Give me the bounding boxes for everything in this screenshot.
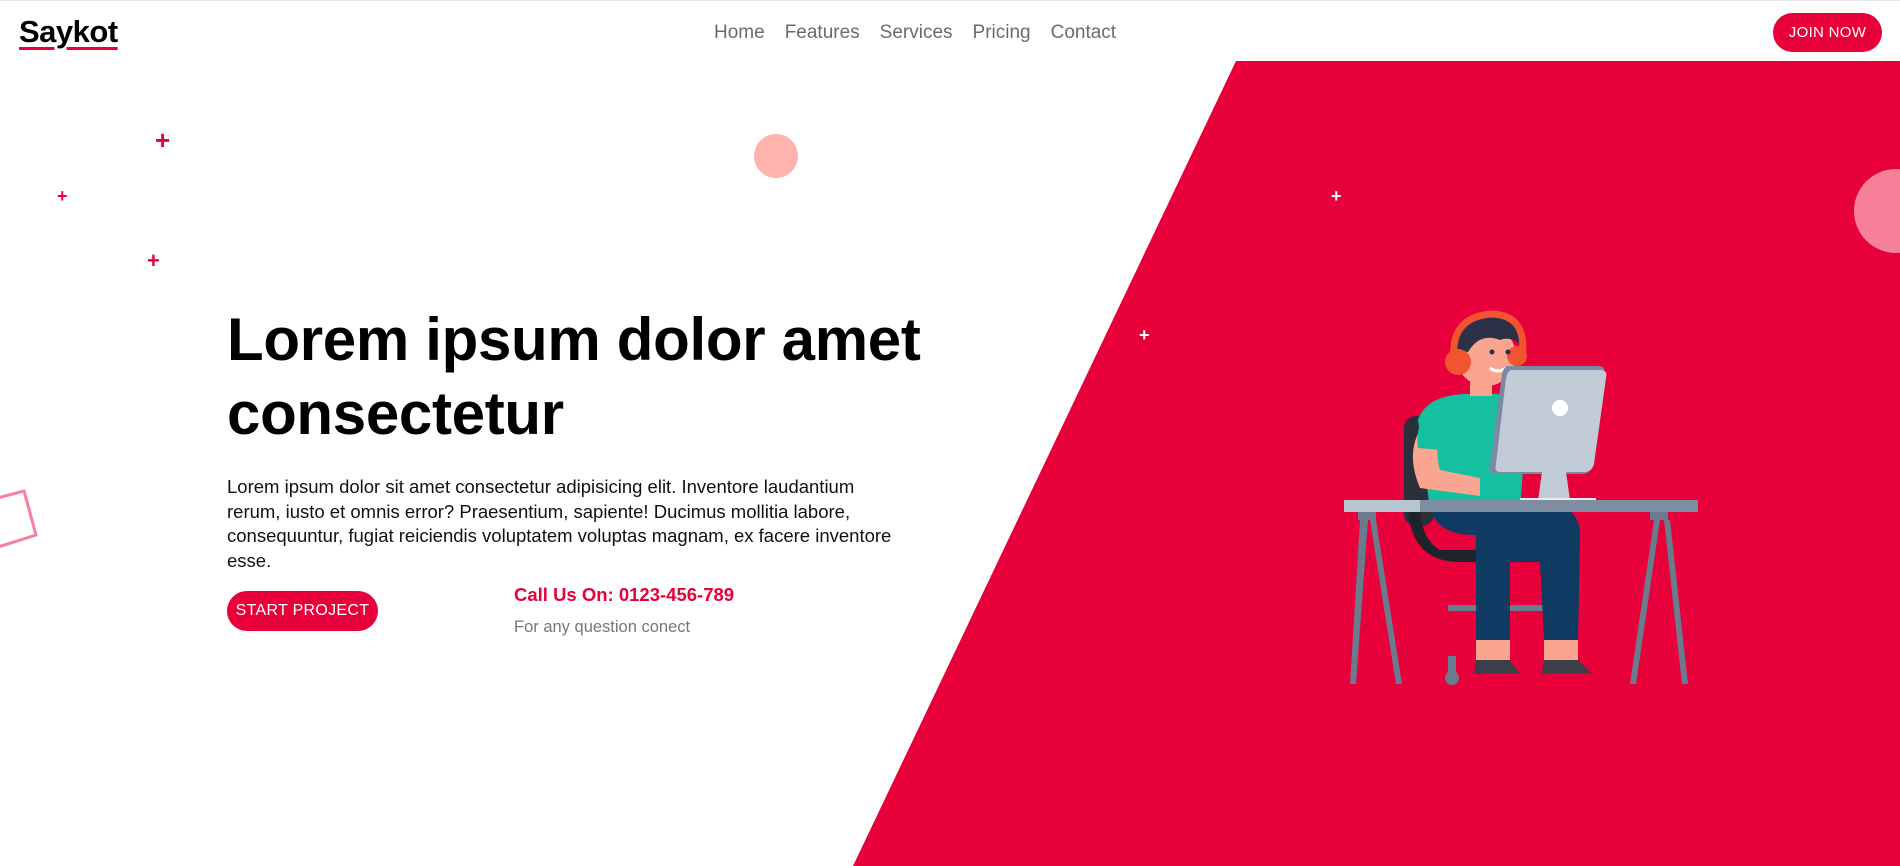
navbar: Saykot Home Features Services Pricing Co…: [0, 0, 1900, 62]
call-us-subtext: For any question conect: [514, 618, 691, 636]
square-outline-decoration: [0, 489, 38, 548]
plus-icon: +: [57, 186, 68, 206]
hero-description: Lorem ipsum dolor sit amet consectetur a…: [227, 476, 892, 571]
developer-illustration: [1344, 310, 1698, 685]
join-now-button[interactable]: JOIN NOW: [1773, 13, 1882, 52]
nav-link-contact[interactable]: Contact: [1051, 22, 1116, 44]
nav-link-features[interactable]: Features: [785, 22, 860, 44]
start-project-button[interactable]: START PROJECT: [227, 591, 378, 631]
circle-decoration: [754, 134, 798, 178]
call-us-phone[interactable]: Call Us On: 0123-456-789: [514, 584, 734, 606]
hero-title-line-2: consectetur: [227, 380, 564, 447]
hero-section: Lorem ipsum dolor amet consectetur Lorem…: [227, 303, 947, 573]
nav-link-pricing[interactable]: Pricing: [973, 22, 1031, 44]
nav-link-home[interactable]: Home: [714, 22, 765, 44]
plus-icon: +: [1331, 186, 1342, 206]
plus-icon: +: [147, 248, 160, 273]
hero-title: Lorem ipsum dolor amet consectetur: [227, 303, 947, 451]
hero-title-line-1: Lorem ipsum dolor amet: [227, 306, 921, 373]
plus-icon: +: [155, 125, 171, 155]
plus-icon: +: [1139, 325, 1150, 345]
main-nav: Home Features Services Pricing Contact: [714, 22, 1116, 44]
nav-link-services[interactable]: Services: [880, 22, 953, 44]
logo[interactable]: Saykot: [19, 14, 118, 50]
